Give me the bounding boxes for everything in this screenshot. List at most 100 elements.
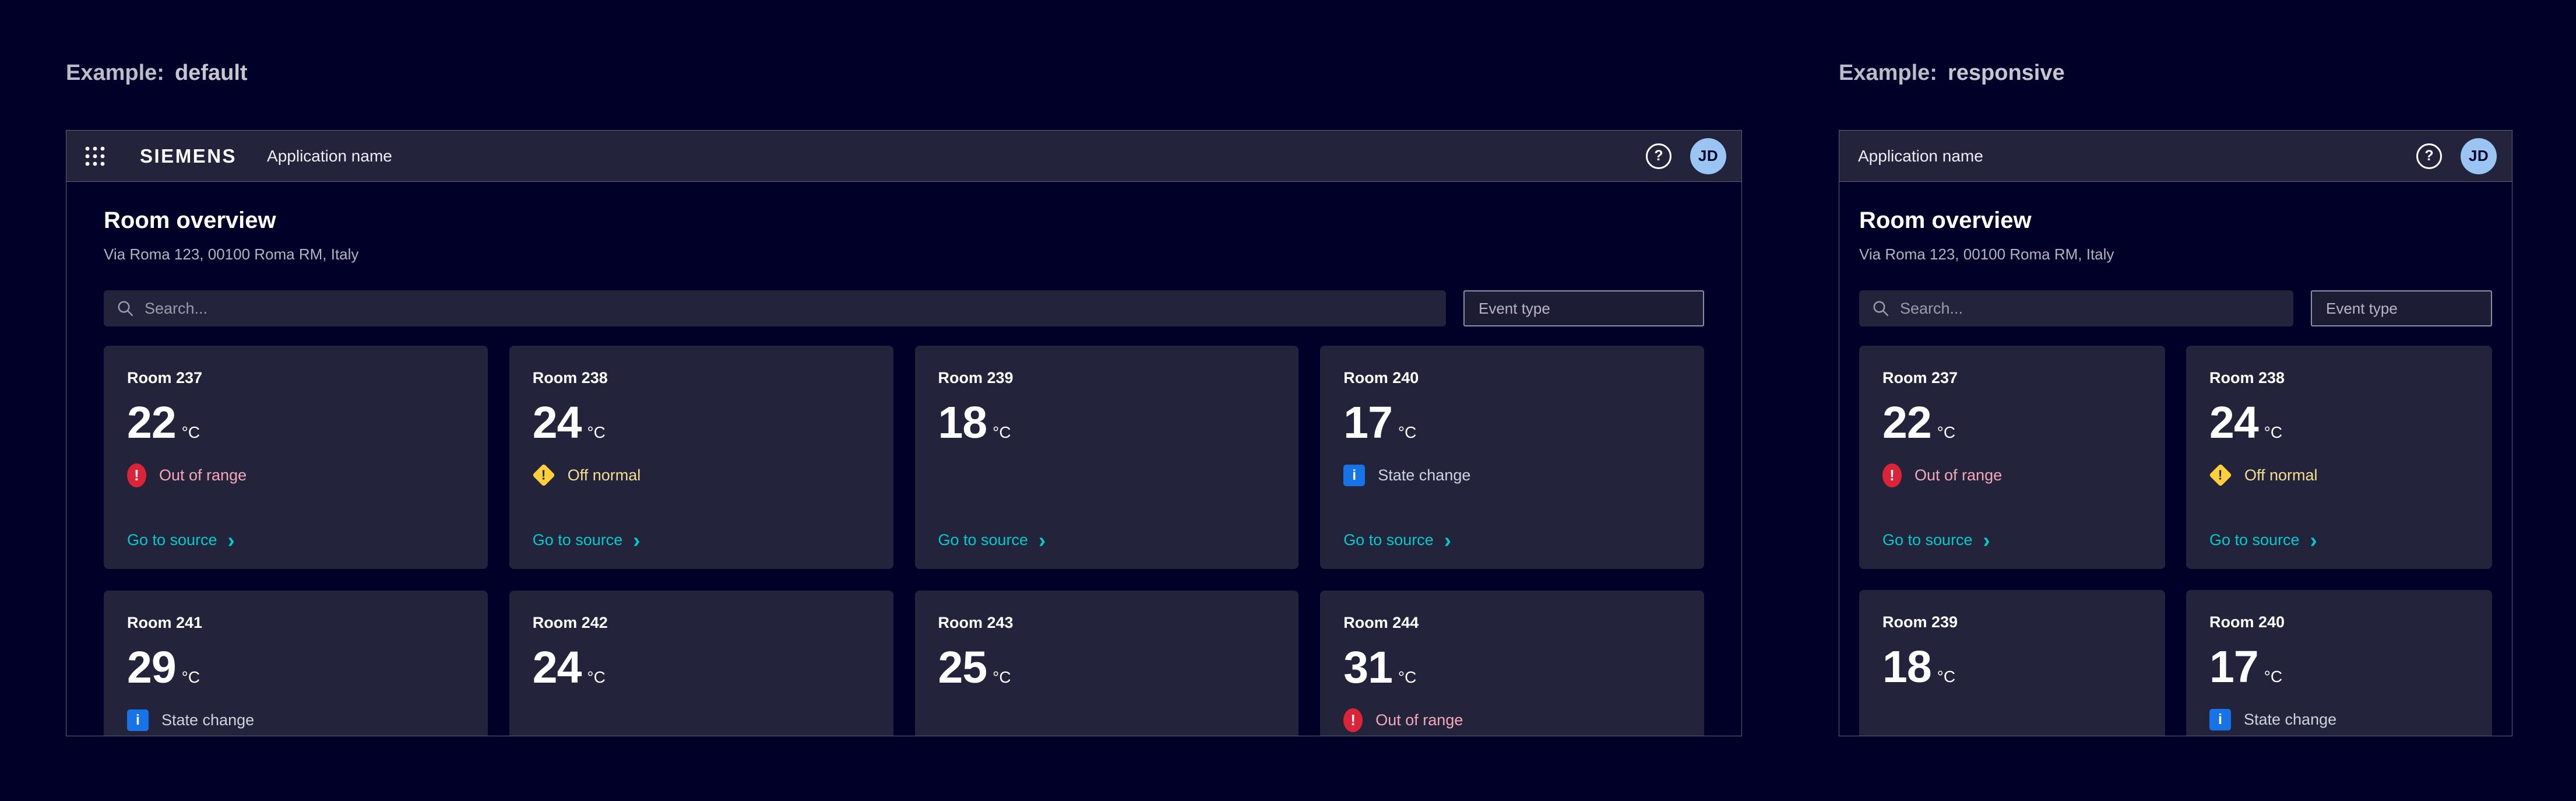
status-badge: !Out of range	[1343, 708, 1681, 732]
status-badge: i State change	[1343, 463, 1681, 487]
status-label: State change	[161, 711, 254, 729]
room-name: Room 239	[1882, 612, 2142, 632]
alarm-glyph: !	[134, 466, 139, 484]
temperature: 22 °C	[1882, 400, 2142, 445]
room-name: Room 240	[2209, 612, 2469, 632]
temperature-unit: °C	[587, 423, 605, 442]
temperature-value: 18	[1882, 645, 1931, 690]
application-name: Application name	[267, 147, 392, 166]
status-label: State change	[1378, 466, 1470, 484]
app-window: Application name ? JD Room overview Via …	[1839, 130, 2512, 736]
temperature: 18°C	[938, 400, 1276, 445]
room-card: Room 24431°C!Out of rangeGo to source›	[1320, 591, 1704, 736]
example-title: Example:responsive	[1839, 60, 2512, 86]
room-card: Room 23722°C!Out of rangeGo to source›	[1859, 346, 2165, 569]
status-badge: !Off normal	[2209, 463, 2469, 487]
example-title-prefix: Example:	[1839, 61, 1937, 85]
temperature-unit: °C	[1937, 423, 1955, 442]
user-avatar[interactable]: JD	[1690, 138, 1726, 174]
temperature-unit: °C	[993, 423, 1011, 442]
app-switcher-icon[interactable]	[84, 145, 106, 167]
room-name: Room 239	[938, 368, 1276, 388]
status-label: Off normal	[568, 466, 641, 484]
chevron-right-icon: ›	[228, 533, 235, 547]
page-content: Room overview Via Roma 123, 00100 Roma R…	[1839, 182, 2512, 736]
search-icon	[1872, 300, 1889, 317]
chevron-right-icon: ›	[2310, 533, 2317, 547]
go-to-source-label: Go to source	[938, 531, 1029, 549]
info-icon: i	[127, 709, 149, 731]
temperature: 18 °C	[1882, 645, 2142, 690]
page-subtitle: Via Roma 123, 00100 Roma RM, Italy	[1859, 245, 2492, 263]
room-name: Room 244	[1343, 613, 1681, 633]
app-window: SIEMENS Application name ? JD Room overv…	[66, 130, 1742, 736]
temperature-value: 25	[938, 645, 987, 690]
warning-glyph: !	[2218, 467, 2223, 483]
temperature: 17 °C	[1343, 400, 1681, 445]
room-card: Room 239 18°C Go to source ›	[915, 346, 1299, 569]
room-card: Room 23824°C!Off normalGo to source›	[509, 346, 893, 569]
temperature: 17 °C	[2209, 645, 2469, 690]
temperature-unit: °C	[1398, 423, 1416, 442]
event-type-select[interactable]: Event type	[1463, 290, 1704, 326]
room-name: Room 238	[533, 368, 870, 388]
siemens-logo: SIEMENS	[140, 145, 237, 167]
room-card-grid: Room 23722°C!Out of rangeGo to source›Ro…	[104, 346, 1704, 736]
go-to-source-link[interactable]: Go to source ›	[127, 531, 235, 549]
application-name: Application name	[1858, 147, 1983, 166]
help-icon[interactable]: ?	[2416, 143, 2442, 169]
info-icon: i	[2209, 709, 2231, 730]
status-badge: iState change	[2209, 707, 2469, 732]
room-card: Room 24325°CGo to source›	[915, 591, 1299, 736]
help-icon[interactable]: ?	[1646, 143, 1671, 169]
room-card: Room 24017°CiState changeGo to source›	[1320, 346, 1704, 569]
status-label: Out of range	[159, 466, 247, 484]
go-to-source-link[interactable]: Go to source›	[1882, 531, 1990, 549]
go-to-source-label: Go to source	[1882, 531, 1973, 549]
chevron-right-icon: ›	[1039, 533, 1046, 547]
user-avatar[interactable]: JD	[2461, 138, 2497, 174]
temperature-value: 17	[2209, 645, 2258, 690]
go-to-source-label: Go to source	[127, 531, 217, 549]
example-title-prefix: Example:	[66, 61, 164, 85]
temperature: 31°C	[1343, 645, 1681, 690]
temperature-unit: °C	[2264, 668, 2282, 686]
alarm-icon: !	[1882, 463, 1902, 487]
room-card: Room 24017°CiState changeGo to source›	[2186, 590, 2492, 736]
search-placeholder: Search...	[1900, 300, 1963, 318]
room-card: Room 237 22°C! Out of range Go to source ›	[104, 346, 488, 569]
temperature-unit: °C	[993, 668, 1011, 687]
info-icon: i	[1343, 465, 1365, 486]
status-label: Out of range	[1915, 466, 2002, 484]
go-to-source-link[interactable]: Go to source ›	[938, 531, 1046, 549]
alarm-glyph: !	[1350, 711, 1356, 729]
temperature: 25 °C	[938, 645, 1276, 690]
app-header: SIEMENS Application name ? JD	[66, 131, 1741, 182]
search-input[interactable]: Search...	[1859, 290, 2293, 326]
temperature-unit: °C	[2264, 423, 2282, 442]
temperature: 29°C	[127, 645, 464, 690]
filter-row: Search... Event type	[104, 290, 1704, 326]
event-type-select[interactable]: Event type	[2311, 290, 2492, 326]
temperature-value: 24	[533, 645, 582, 690]
alarm-icon: !	[1343, 708, 1363, 732]
temperature-value: 22	[1882, 400, 1931, 445]
temperature: 24 °C	[2209, 400, 2469, 445]
go-to-source-link[interactable]: Go to source›	[1343, 531, 1451, 549]
temperature-unit: °C	[1398, 668, 1416, 687]
temperature: 22°C	[127, 400, 464, 445]
temperature-unit: °C	[1937, 668, 1955, 686]
search-input[interactable]: Search...	[104, 290, 1446, 326]
temperature-value: 24	[2209, 400, 2258, 445]
go-to-source-link[interactable]: Go to source›	[533, 531, 641, 549]
temperature: 24°C	[533, 645, 870, 690]
temperature-value: 17	[1343, 400, 1392, 445]
alarm-glyph: !	[1889, 466, 1895, 484]
search-placeholder: Search...	[145, 300, 207, 318]
info-glyph: i	[2218, 711, 2222, 728]
room-name: Room 237	[127, 368, 464, 388]
go-to-source-label: Go to source	[1343, 531, 1434, 549]
example-title: Example:default	[66, 60, 1742, 86]
go-to-source-link[interactable]: Go to source›	[2209, 531, 2317, 549]
temperature-value: 24	[533, 400, 582, 445]
